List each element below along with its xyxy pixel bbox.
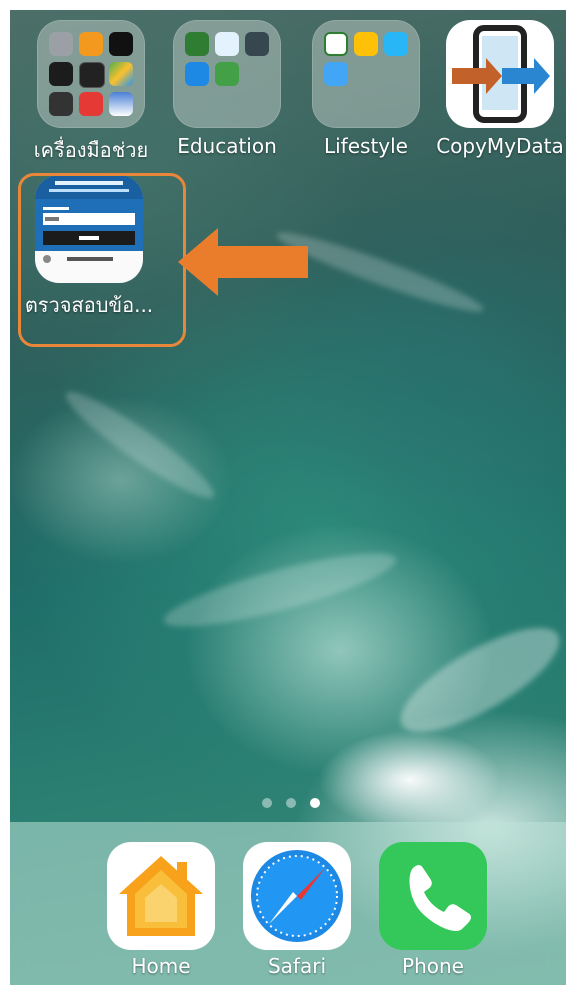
arrow-left-icon xyxy=(178,228,308,296)
maps-icon xyxy=(109,62,133,86)
bird-icon xyxy=(384,32,408,56)
app-label: Education xyxy=(177,134,277,158)
highlight-outline xyxy=(18,173,186,347)
brush-icon xyxy=(49,92,73,116)
wave-streak xyxy=(158,539,402,641)
starburst-icon xyxy=(245,32,269,56)
folder-lifestyle[interactable]: Lifestyle xyxy=(301,20,431,158)
wave-streak xyxy=(57,381,223,509)
folder-tile xyxy=(173,20,281,128)
app-label: Lifestyle xyxy=(323,134,408,158)
home-icon xyxy=(107,842,215,950)
dock-app-safari[interactable]: Safari xyxy=(232,842,362,978)
page-dot xyxy=(286,798,296,808)
photos-icon xyxy=(109,92,133,116)
blue-logo-icon xyxy=(324,62,348,86)
home-screen: เครื่องมือช่วย Education Lifestyle CopyM… xyxy=(10,10,566,985)
wave-streak xyxy=(387,609,566,751)
dock-label: Safari xyxy=(267,954,327,978)
page-dot xyxy=(262,798,272,808)
page-dot-active xyxy=(310,798,320,808)
dock-label: Home xyxy=(131,954,191,978)
folder-education[interactable]: Education xyxy=(162,20,292,158)
check-circle-icon xyxy=(215,62,239,86)
calculator-icon xyxy=(79,32,103,56)
seven-eleven-icon xyxy=(324,32,348,56)
phone-icon xyxy=(379,842,487,950)
voice-memos-icon xyxy=(49,62,73,86)
calendar-icon xyxy=(79,62,105,88)
folder-tile xyxy=(37,20,145,128)
copymydata-icon xyxy=(446,20,554,128)
green-book-icon xyxy=(185,32,209,56)
safari-icon xyxy=(243,842,351,950)
checklist-icon xyxy=(185,62,209,86)
dock-label: Phone xyxy=(402,954,464,978)
clock-icon xyxy=(109,32,133,56)
folder-tile xyxy=(312,20,420,128)
folder-tools[interactable]: เครื่องมือช่วย xyxy=(26,20,156,166)
page-indicator[interactable] xyxy=(262,798,320,808)
dock: Home Safari Phone xyxy=(10,822,566,985)
app-label: เครื่องมือช่วย xyxy=(33,138,149,162)
dock-app-home[interactable]: Home xyxy=(96,842,226,978)
obec-icon xyxy=(215,32,239,56)
acrobat-icon xyxy=(79,92,103,116)
dock-app-phone[interactable]: Phone xyxy=(368,842,498,978)
app-label: CopyMyData xyxy=(436,134,564,158)
contacts-icon xyxy=(49,32,73,56)
app-copymydata[interactable]: CopyMyData xyxy=(435,20,565,158)
food-icon xyxy=(354,32,378,56)
